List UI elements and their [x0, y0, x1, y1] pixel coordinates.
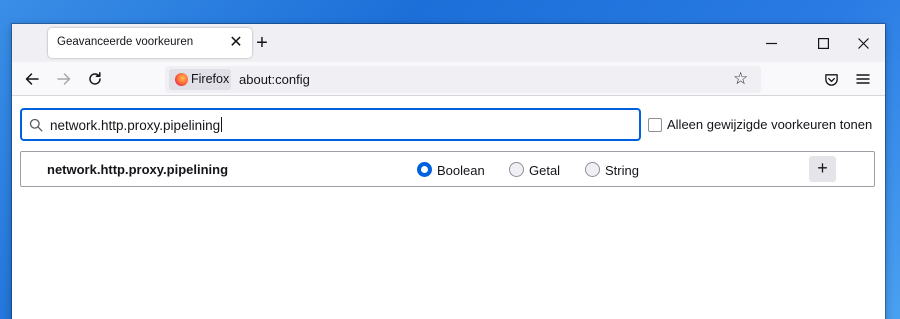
- tab-title: Geavanceerde voorkeuren: [57, 36, 194, 48]
- tab-advanced-preferences[interactable]: Geavanceerde voorkeuren ✕: [48, 28, 252, 58]
- type-string-radio[interactable]: [585, 162, 600, 177]
- search-input[interactable]: network.http.proxy.pipelining: [20, 108, 641, 141]
- back-icon[interactable]: [19, 66, 45, 92]
- close-icon[interactable]: ✕: [226, 33, 246, 53]
- add-preference-button[interactable]: +: [809, 156, 836, 182]
- window-close-icon[interactable]: [843, 24, 883, 62]
- maximize-icon[interactable]: [803, 24, 843, 62]
- minimize-icon[interactable]: [751, 24, 791, 62]
- type-string-label[interactable]: String: [605, 163, 639, 178]
- type-boolean-label[interactable]: Boolean: [437, 163, 485, 178]
- identity-label: Firefox: [191, 72, 230, 86]
- navigation-toolbar: Firefox about:config ☆: [12, 62, 885, 96]
- search-value: network.http.proxy.pipelining: [50, 118, 221, 133]
- address-bar[interactable]: Firefox about:config ☆: [165, 66, 761, 93]
- bookmark-star-icon[interactable]: ☆: [733, 69, 748, 89]
- forward-icon[interactable]: [51, 66, 77, 92]
- firefox-logo-icon: [175, 73, 188, 86]
- pocket-icon[interactable]: [818, 66, 844, 92]
- new-preference-row: network.http.proxy.pipelining Boolean Ge…: [20, 151, 875, 187]
- show-modified-checkbox[interactable]: [648, 118, 662, 132]
- new-tab-button[interactable]: +: [250, 31, 274, 55]
- search-icon: [29, 118, 43, 137]
- url-text[interactable]: about:config: [239, 72, 310, 87]
- reload-icon[interactable]: [82, 66, 108, 92]
- show-modified-label[interactable]: Alleen gewijzigde voorkeuren tonen: [667, 117, 872, 132]
- tab-strip: Geavanceerde voorkeuren ✕ +: [12, 24, 885, 62]
- text-caret: [221, 117, 223, 132]
- type-number-label[interactable]: Getal: [529, 163, 560, 178]
- browser-window: Geavanceerde voorkeuren ✕ + Firefox abou…: [12, 24, 885, 319]
- menu-icon[interactable]: [850, 66, 876, 92]
- about-config-page: network.http.proxy.pipelining Alleen gew…: [12, 97, 885, 319]
- identity-box[interactable]: Firefox: [169, 69, 231, 90]
- type-boolean-radio[interactable]: [417, 162, 432, 177]
- type-number-radio[interactable]: [509, 162, 524, 177]
- preference-name: network.http.proxy.pipelining: [47, 162, 229, 177]
